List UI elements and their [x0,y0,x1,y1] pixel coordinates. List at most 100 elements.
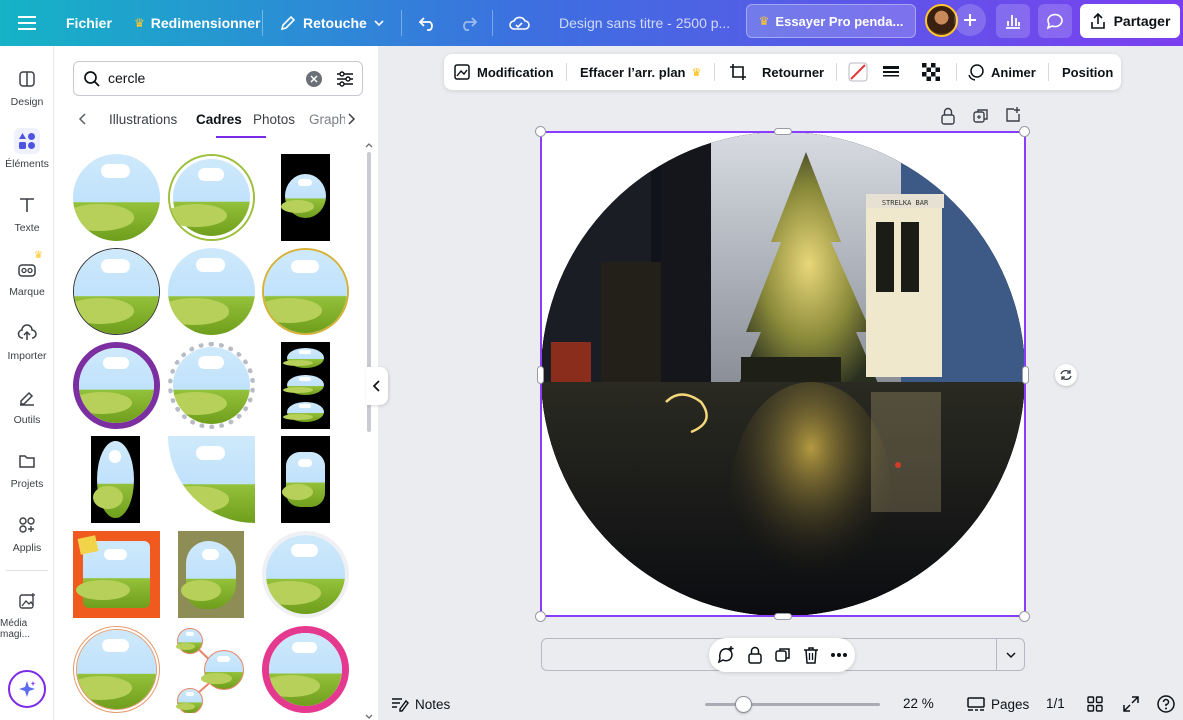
rail-item-text[interactable]: Texte [0,192,54,234]
retouch-menu[interactable]: Retouche [279,0,385,46]
tabs-scroll-left-button[interactable] [78,112,88,129]
file-menu[interactable]: Fichier [66,0,112,46]
rotate-handle[interactable] [1055,364,1077,386]
circle-frame-photo[interactable]: STRELKA BAR [541,132,1025,616]
frame-placeholder-image [77,630,156,709]
animate-button[interactable]: Animer [967,54,1036,90]
border-color-button[interactable] [848,54,868,90]
magic-assistant-button[interactable] [8,670,46,708]
resize-handle-bottom-right[interactable] [1019,611,1030,622]
more-options-button[interactable] [829,645,849,665]
document-title[interactable]: Design sans titre - 2500 p... [559,0,730,46]
frame-blob-olive[interactable] [178,531,244,618]
add-comment-button[interactable] [716,645,736,665]
frame-circle-thin-border[interactable] [73,248,160,335]
frame-tall-oval[interactable] [91,436,140,523]
grid-view-button[interactable] [1087,696,1103,712]
page-options-dropdown[interactable] [996,639,1024,670]
cloud-save-button[interactable] [508,0,530,46]
rail-item-projects[interactable]: Projets [0,448,54,490]
resize-handle-right[interactable] [1022,366,1029,384]
frame-circle[interactable] [73,154,160,241]
lock-icon [748,646,762,664]
search-input[interactable] [108,70,298,86]
chevron-right-icon [348,113,356,125]
resize-handle-top[interactable] [774,128,792,135]
resize-handle-bottom[interactable] [774,613,792,620]
lock-page-button[interactable] [940,107,956,130]
transparency-button[interactable] [922,54,940,90]
collapse-panel-button[interactable] [366,367,388,405]
try-pro-button[interactable]: ♛ Essayer Pro penda... [746,4,916,38]
comment-icon [1046,13,1063,30]
frame-connected-circles[interactable] [174,626,250,713]
frame-circle-light-border[interactable] [262,531,349,618]
lock-element-button[interactable] [745,645,765,665]
rail-item-tools[interactable]: Outils [0,384,54,426]
rail-item-elements[interactable]: Éléments [0,128,54,170]
fullscreen-button[interactable] [1123,696,1139,712]
delete-element-button[interactable] [801,645,821,665]
tab-graphics[interactable]: Graph [309,112,345,127]
background-remover-button[interactable]: Effacer l’arr. plan ♛ [580,54,701,90]
frame-three-ovals[interactable] [281,342,330,429]
help-button[interactable] [1157,695,1175,713]
rail-item-upload[interactable]: Importer [0,320,54,362]
share-button[interactable]: Partager [1080,4,1180,38]
add-collaborator-button[interactable] [954,4,986,36]
border-style-button[interactable] [881,54,901,90]
crop-button[interactable] [729,54,747,90]
undo-button[interactable] [418,0,438,46]
resize-handle-top-right[interactable] [1019,126,1030,137]
tabs-scroll-right-button[interactable] [346,112,356,129]
frame-circle-purple-border[interactable] [73,342,160,429]
crown-icon: ♛ [134,16,145,30]
share-label: Partager [1113,13,1171,29]
text-icon [14,192,40,218]
rail-item-apps[interactable]: Applis [0,512,54,554]
zoom-slider-knob[interactable] [735,696,752,713]
tab-illustrations[interactable]: Illustrations [109,112,177,127]
resize-handle-top-left[interactable] [535,126,546,137]
frame-orange-square[interactable] [73,531,160,618]
frame-circle-floral[interactable] [168,342,255,429]
position-button[interactable]: Position [1062,54,1113,90]
pencil-icon [280,15,296,31]
filter-button[interactable] [336,70,354,93]
resize-handle-left[interactable] [537,366,544,384]
frame-circle-green-border[interactable] [168,154,255,241]
frame-placeholder-image [73,154,160,241]
duplicate-page-button[interactable] [972,107,990,130]
rail-item-design[interactable]: Design [0,66,54,108]
redo-button[interactable] [458,0,478,46]
divider [262,10,263,36]
frame-rounded-arch[interactable] [281,436,330,523]
frame-circle-pink-border[interactable] [262,626,349,713]
rail-item-magic-media[interactable]: Média magi... [0,588,54,640]
rail-label: Média magi... [0,618,31,640]
resize-button[interactable]: ♛ Redimensionner [134,0,260,46]
menu-button[interactable] [18,0,36,46]
flip-button[interactable]: Retourner [762,54,824,90]
layout-icon [14,66,40,92]
insights-button[interactable] [996,4,1030,38]
page-counter[interactable]: 1/1 [1046,696,1065,711]
edit-image-button[interactable]: Modification [453,54,554,90]
frame-oval-on-black[interactable] [281,154,330,241]
frame-quarter-circle[interactable] [168,436,255,523]
tab-photos[interactable]: Photos [253,112,295,127]
pages-button[interactable]: Pages [967,696,1029,712]
rail-item-brand[interactable]: Marque ♛ [0,250,54,298]
comments-button[interactable] [1038,4,1072,38]
duplicate-element-button[interactable] [773,645,793,665]
tab-frames[interactable]: Cadres [196,112,242,127]
notes-button[interactable]: Notes [391,696,450,712]
add-page-button[interactable] [1004,106,1022,129]
frame-circle-gold-border[interactable] [262,248,349,335]
clear-search-button[interactable] [306,71,322,87]
resize-handle-bottom-left[interactable] [535,611,546,622]
frame-ornate-circle[interactable] [73,626,160,713]
frame-circle[interactable] [168,248,255,335]
zoom-level-button[interactable]: 22 % [903,696,934,711]
zoom-slider-track[interactable] [705,703,880,706]
